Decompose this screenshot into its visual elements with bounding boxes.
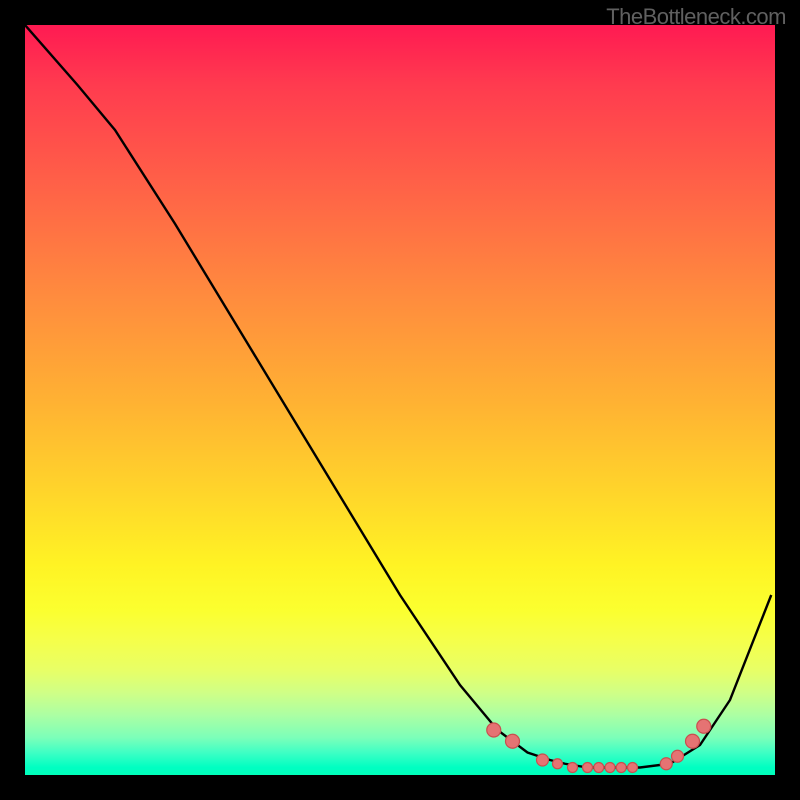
highlight-dot	[686, 734, 700, 748]
highlight-dot	[660, 758, 672, 770]
highlight-dot	[605, 763, 615, 773]
highlight-dot	[697, 719, 711, 733]
highlight-dot	[487, 723, 501, 737]
highlight-dot	[537, 754, 549, 766]
bottleneck-curve	[25, 25, 771, 768]
watermark-text: TheBottleneck.com	[606, 4, 786, 30]
highlight-dot	[568, 763, 578, 773]
chart-frame: TheBottleneck.com	[0, 0, 800, 800]
highlight-dot	[628, 763, 638, 773]
highlight-dot	[672, 750, 684, 762]
highlight-dot	[506, 734, 520, 748]
highlight-dot	[616, 763, 626, 773]
highlight-dot	[553, 759, 563, 769]
curve-svg	[25, 25, 775, 775]
highlight-dot	[594, 763, 604, 773]
gradient-plot	[25, 25, 775, 775]
highlight-dot	[583, 763, 593, 773]
